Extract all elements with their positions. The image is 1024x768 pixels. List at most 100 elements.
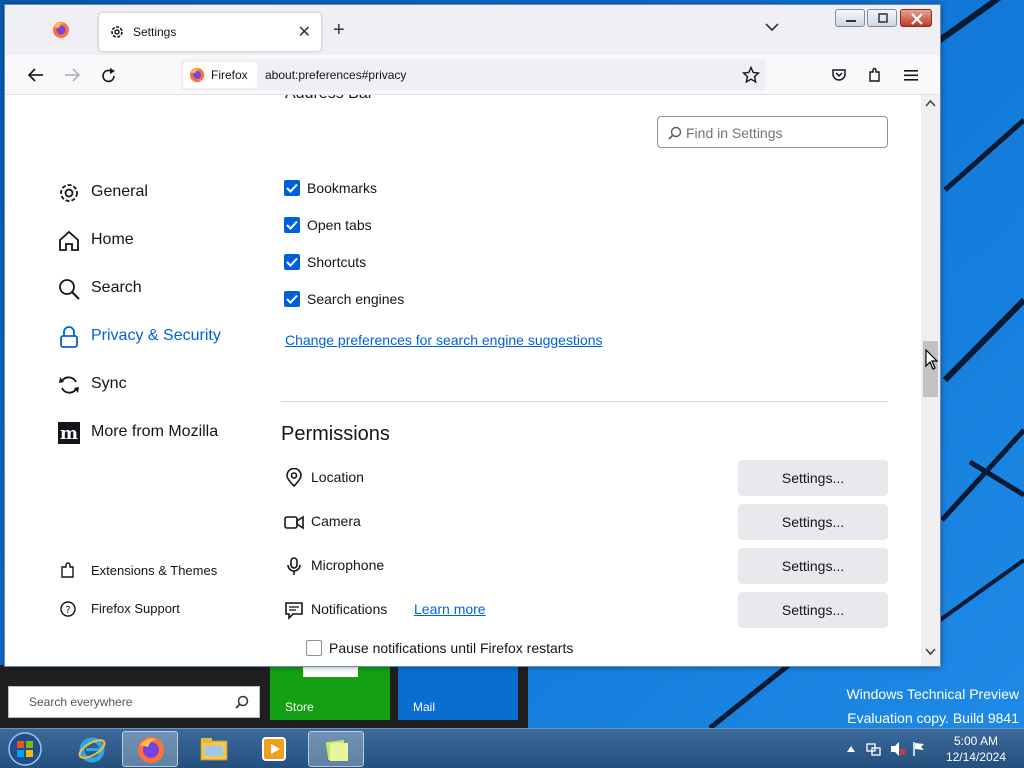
new-tab-icon[interactable]: + (333, 19, 345, 42)
forward-arrow-icon[interactable] (63, 67, 81, 83)
location-icon (286, 468, 302, 488)
find-in-settings-input[interactable]: Find in Settings (657, 116, 888, 148)
search-icon (668, 126, 682, 140)
checkmark-icon (286, 257, 298, 267)
checkbox-search-engines[interactable]: Search engines (284, 289, 604, 311)
reload-icon[interactable] (100, 67, 118, 85)
permission-microphone: Microphone Settings... (284, 548, 888, 584)
category-label: General (91, 183, 148, 200)
checkbox-label: Open tabs (307, 217, 372, 233)
firefox-icon (138, 737, 164, 763)
url-bar[interactable]: Firefox about:preferences#privacy (181, 59, 766, 91)
permission-notifications: Notifications Learn more Settings... (284, 592, 888, 628)
checkbox-label: Search engines (307, 291, 405, 307)
chevron-down-icon[interactable] (765, 22, 779, 32)
taskbar-firefox-button[interactable] (122, 731, 178, 767)
category-home[interactable]: Home (57, 227, 257, 255)
extensions-themes-label: Extensions & Themes (91, 563, 218, 578)
taskbar: 5:00 AM 12/14/2024 (0, 728, 1024, 768)
back-arrow-icon[interactable] (27, 67, 45, 83)
checkbox-pause-notifications[interactable]: Pause notifications until Firefox restar… (306, 638, 706, 660)
checkbox-checked[interactable] (284, 254, 300, 270)
microphone-settings-button[interactable]: Settings... (738, 548, 888, 584)
tab-settings[interactable]: Settings ✕ (99, 13, 321, 51)
category-sync[interactable]: Sync (57, 371, 257, 399)
start-orb-icon[interactable] (6, 731, 44, 767)
permission-label: Location (311, 469, 364, 485)
home-icon (59, 230, 79, 251)
close-tab-icon[interactable]: ✕ (298, 22, 311, 42)
taskbar-ie-button[interactable] (64, 731, 120, 767)
volume-muted-icon[interactable] (890, 741, 906, 757)
microphone-icon (287, 557, 301, 575)
taskbar-explorer-button[interactable] (186, 731, 242, 767)
search-suggestions-link[interactable]: Change preferences for search engine sug… (285, 332, 603, 348)
notification-icon (285, 602, 303, 620)
svg-text:m: m (60, 424, 78, 444)
store-tile[interactable]: Store (270, 665, 390, 720)
scroll-up-icon[interactable] (925, 99, 936, 107)
firefox-support-link[interactable]: ? Firefox Support (59, 598, 259, 620)
checkbox-open-tabs[interactable]: Open tabs (284, 215, 604, 237)
network-icon[interactable] (866, 741, 882, 757)
pocket-icon[interactable] (831, 67, 847, 83)
close-window-button[interactable] (900, 9, 932, 27)
search-icon (59, 279, 80, 300)
checkbox-checked[interactable] (284, 291, 300, 307)
mail-tile[interactable]: Mail (398, 665, 518, 720)
find-placeholder: Find in Settings (686, 125, 783, 141)
identity-box[interactable]: Firefox (183, 62, 257, 88)
category-general[interactable]: General (57, 179, 257, 207)
mail-tile-label: Mail (413, 700, 436, 714)
checkmark-icon (286, 294, 298, 304)
checkbox-checked[interactable] (284, 217, 300, 233)
scroll-down-icon[interactable] (925, 648, 936, 656)
lock-icon (60, 326, 78, 348)
firefox-view-icon[interactable] (52, 21, 70, 39)
permission-label: Microphone (311, 557, 385, 573)
start-search-input[interactable]: Search everywhere (8, 686, 260, 718)
location-settings-button[interactable]: Settings... (738, 460, 888, 496)
navigation-toolbar: Firefox about:preferences#privacy (5, 55, 940, 95)
notes-icon (325, 739, 348, 761)
close-icon (911, 13, 923, 25)
store-tile-label: Store (285, 700, 314, 714)
action-center-flag-icon[interactable] (912, 741, 926, 757)
start-search-placeholder: Search everywhere (29, 695, 133, 709)
url-text[interactable]: about:preferences#privacy (265, 68, 406, 82)
notifications-settings-button[interactable]: Settings... (738, 592, 888, 628)
checkbox-checked[interactable] (284, 180, 300, 196)
mouse-cursor-icon (925, 349, 939, 370)
category-label: Sync (91, 375, 127, 392)
category-label: Privacy & Security (91, 327, 221, 344)
checkmark-icon (286, 183, 298, 193)
extensions-themes-link[interactable]: Extensions & Themes (59, 560, 259, 582)
sync-icon (59, 376, 79, 394)
hamburger-menu-icon[interactable] (903, 67, 919, 83)
minimize-button[interactable] (835, 9, 865, 27)
internet-explorer-icon (78, 737, 106, 763)
bookmark-star-icon[interactable] (742, 66, 760, 84)
scrollbar[interactable] (921, 95, 940, 666)
learn-more-link[interactable]: Learn more (414, 601, 486, 617)
clock[interactable]: 5:00 AM 12/14/2024 (946, 733, 1006, 765)
extensions-icon[interactable] (867, 67, 883, 83)
checkbox-bookmarks[interactable]: Bookmarks (284, 178, 604, 200)
media-player-icon (262, 737, 286, 761)
camera-settings-button[interactable]: Settings... (738, 504, 888, 540)
category-privacy-security[interactable]: Privacy & Security (57, 323, 257, 351)
search-icon (235, 695, 249, 709)
permission-location: Location Settings... (284, 460, 888, 496)
preferences-page: Address Bar Find in Settings General Hom… (5, 95, 940, 666)
checkbox-shortcuts[interactable]: Shortcuts (284, 252, 604, 274)
identity-label: Firefox (211, 68, 248, 82)
checkbox-label: Bookmarks (307, 180, 378, 196)
category-search[interactable]: Search (57, 275, 257, 303)
svg-text:?: ? (65, 605, 70, 616)
taskbar-media-button[interactable] (246, 731, 302, 767)
taskbar-notes-button[interactable] (308, 731, 364, 767)
category-more-from-mozilla[interactable]: m More from Mozilla (57, 419, 257, 447)
maximize-button[interactable] (867, 9, 897, 27)
show-hidden-icons-icon[interactable] (846, 745, 856, 753)
checkbox-unchecked[interactable] (306, 640, 322, 656)
